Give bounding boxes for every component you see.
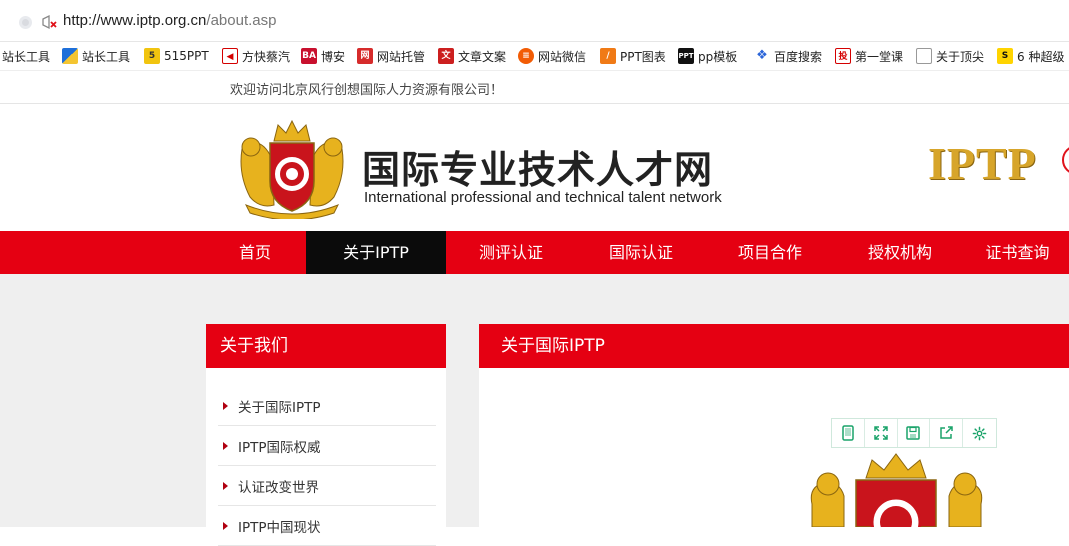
- bookmark-item[interactable]: 站长工具: [62, 47, 130, 65]
- red-flag-icon: ◀: [222, 48, 238, 64]
- arrow-right-icon: [223, 481, 228, 490]
- red-square-icon: 文: [438, 48, 454, 64]
- orange-circle-icon: ≡: [518, 48, 534, 64]
- red-chinese-icon: 投: [835, 48, 851, 64]
- orange-square-icon: /: [600, 48, 616, 64]
- arrow-right-icon: [223, 401, 228, 410]
- nav-cert-query[interactable]: 证书查询: [966, 231, 1069, 274]
- iptp-brand-text: IPTP: [928, 138, 1037, 189]
- s-yellow-icon: S: [997, 48, 1013, 64]
- site-subtitle: International professional and technical…: [364, 189, 722, 206]
- crest-logo-icon[interactable]: [236, 119, 348, 219]
- bookmark-item[interactable]: S 6 种超级: [997, 47, 1064, 65]
- sidebar-list: 关于国际IPTP IPTP国际权威 认证改变世界 IPTP中国现状: [206, 368, 446, 546]
- main-panel: 关于国际IPTP: [479, 324, 1069, 527]
- welcome-bar: 欢迎访问北京风行创想国际人力资源有限公司！: [0, 70, 1069, 104]
- bookmark-item[interactable]: PPT pp模板: [678, 47, 737, 65]
- s-logo-icon: 5: [144, 48, 160, 64]
- bookmark-item[interactable]: / PPT图表: [600, 47, 666, 65]
- bookmark-item[interactable]: 文 文章文案: [438, 47, 506, 65]
- sidebar-title: 关于我们: [206, 324, 446, 368]
- bookmark-item[interactable]: ≡ 网站微信: [518, 47, 586, 65]
- main-title: 关于国际IPTP: [479, 324, 1069, 368]
- settings-icon[interactable]: [963, 419, 996, 447]
- sidebar-item-authority[interactable]: IPTP国际权威: [218, 426, 436, 466]
- phone-icon[interactable]: [832, 419, 865, 447]
- ba-logo-icon: BA: [301, 48, 317, 64]
- bookmark-item[interactable]: 关于顶尖: [916, 47, 984, 65]
- site-title: 国际专业技术人才网: [362, 148, 714, 192]
- sidebar-item-about[interactable]: 关于国际IPTP: [218, 386, 436, 426]
- sidebar-item-china-status[interactable]: IPTP中国现状: [218, 506, 436, 546]
- nav-international-cert[interactable]: 国际认证: [576, 231, 706, 274]
- bookmark-item[interactable]: ❖ 百度搜索: [754, 47, 822, 65]
- nav-assessment[interactable]: 测评认证: [446, 231, 576, 274]
- bookmark-item[interactable]: 5 515PPT: [144, 47, 209, 65]
- welcome-text: 欢迎访问北京风行创想国际人力资源有限公司！: [230, 83, 504, 98]
- red-square-icon: 网: [357, 48, 373, 64]
- address-bar[interactable]: http://www.iptp.org.cn/about.asp: [0, 0, 1069, 42]
- bookmark-item[interactable]: 投 第一堂课: [835, 47, 903, 65]
- save-icon[interactable]: [898, 419, 931, 447]
- nav-home[interactable]: 首页: [205, 231, 305, 274]
- bookmarks-bar: 站长工具 站长工具 5 515PPT ◀ 方快蔡汽 BA 博安 网 网站托管 文…: [0, 42, 1069, 70]
- bookmark-item[interactable]: ◀ 方快蔡汽: [222, 47, 290, 65]
- nav-about-iptp[interactable]: 关于IPTP: [306, 231, 446, 274]
- bookmark-item[interactable]: BA 博安: [301, 47, 345, 65]
- arrow-right-icon: [223, 521, 228, 530]
- sidebar-item-change-world[interactable]: 认证改变世界: [218, 466, 436, 506]
- chart-icon: [62, 48, 78, 64]
- main-nav: 首页 关于IPTP 测评认证 国际认证 项目合作 授权机构 证书查询: [0, 231, 1069, 274]
- expand-icon[interactable]: [865, 419, 898, 447]
- image-toolbar: [831, 418, 997, 448]
- paw-icon: ❖: [754, 48, 770, 64]
- ppt-logo-icon: PPT: [678, 48, 694, 64]
- share-icon[interactable]: [930, 419, 964, 447]
- nav-projects[interactable]: 项目合作: [706, 231, 834, 274]
- crest-image: [810, 453, 983, 527]
- sidebar: 关于我们 关于国际IPTP IPTP国际权威 认证改变世界 IPTP中国现状: [206, 324, 446, 546]
- page-icon: [916, 48, 932, 64]
- bookmark-item[interactable]: 站长工具: [2, 47, 50, 65]
- brand-ring-icon: [1062, 145, 1069, 175]
- bookmark-item[interactable]: 网 网站托管: [357, 47, 425, 65]
- not-secure-icon[interactable]: [40, 13, 58, 31]
- site-header: 国际专业技术人才网 International professional and…: [0, 105, 1069, 231]
- page-status-dot-icon: [19, 16, 32, 29]
- url-text[interactable]: http://www.iptp.org.cn/about.asp: [63, 12, 276, 29]
- arrow-right-icon: [223, 441, 228, 450]
- nav-authorized[interactable]: 授权机构: [834, 231, 966, 274]
